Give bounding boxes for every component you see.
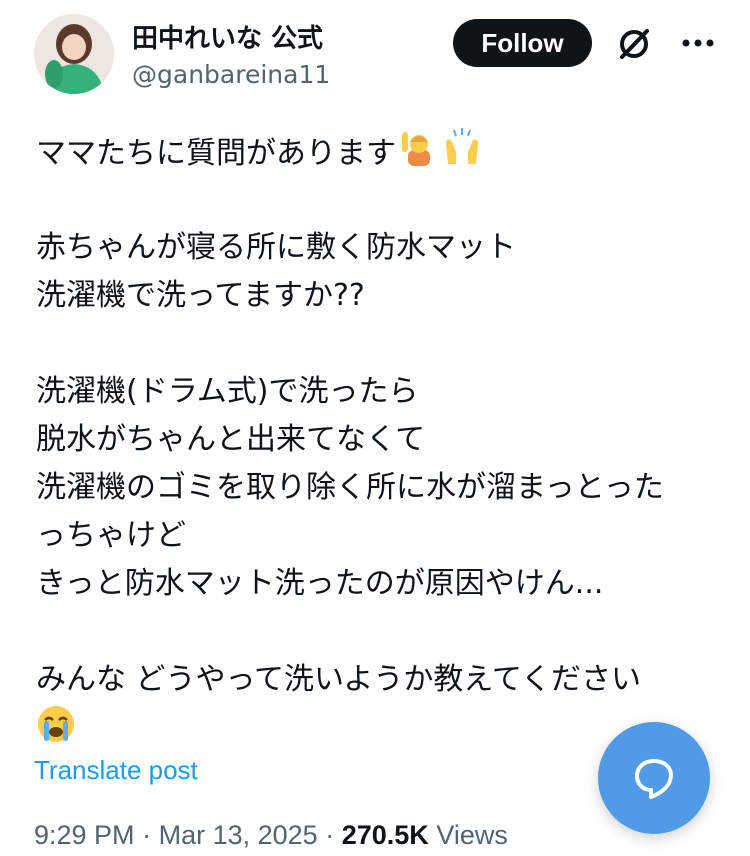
post-text: ママたちに質問があります 赤ちゃんが寝る所に敷く防水マット 洗濯機で洗ってますか… [36, 128, 726, 752]
post-header: 田中れいな 公式 @ganbareina11 Follow [0, 0, 750, 110]
loudly-crying-face-emoji [36, 704, 76, 759]
raising-hands-emoji [442, 128, 482, 181]
author-name[interactable]: 田中れいな 公式 [132, 18, 323, 55]
meta-separator: · [142, 820, 152, 850]
translate-post-link[interactable]: Translate post [34, 755, 198, 786]
follow-button[interactable]: Follow [453, 19, 592, 67]
post-date[interactable]: Mar 13, 2025 [159, 820, 318, 850]
post-line: 脱水がちゃんと出来てなくて [36, 422, 426, 457]
avatar[interactable] [34, 14, 114, 94]
more-icon[interactable] [676, 26, 720, 60]
post-line: ママたちに質問があります [36, 128, 726, 176]
post-line: きっと防水マット洗ったのが原因やけん... [36, 566, 604, 601]
person-raising-hand-emoji [400, 128, 438, 181]
post-time[interactable]: 9:29 PM [34, 820, 135, 850]
grok-icon[interactable] [614, 24, 654, 64]
reply-fab-button[interactable] [598, 722, 710, 834]
post-line: 洗濯機(ドラム式)で洗ったら [36, 374, 419, 409]
meta-separator: · [325, 820, 335, 850]
message-bubble-icon [635, 759, 673, 799]
post-line: 赤ちゃんが寝る所に敷く防水マット [36, 230, 516, 265]
post-line: 洗濯機で洗ってますか?? [36, 278, 365, 313]
post-line: みんな どうやって洗いようか教えてください [36, 662, 642, 697]
post-line: 洗濯機のゴミを取り除く所に水が溜まっとった [36, 470, 664, 505]
post-line: っちゃけど [36, 518, 186, 553]
author-handle[interactable]: @ganbareina11 [132, 60, 330, 89]
views-label: Views [436, 820, 508, 850]
avatar-photo [34, 14, 114, 94]
views-count: 270.5K [341, 820, 429, 850]
post-meta: 9:29 PM · Mar 13, 2025 · 270.5K Views [34, 820, 508, 851]
